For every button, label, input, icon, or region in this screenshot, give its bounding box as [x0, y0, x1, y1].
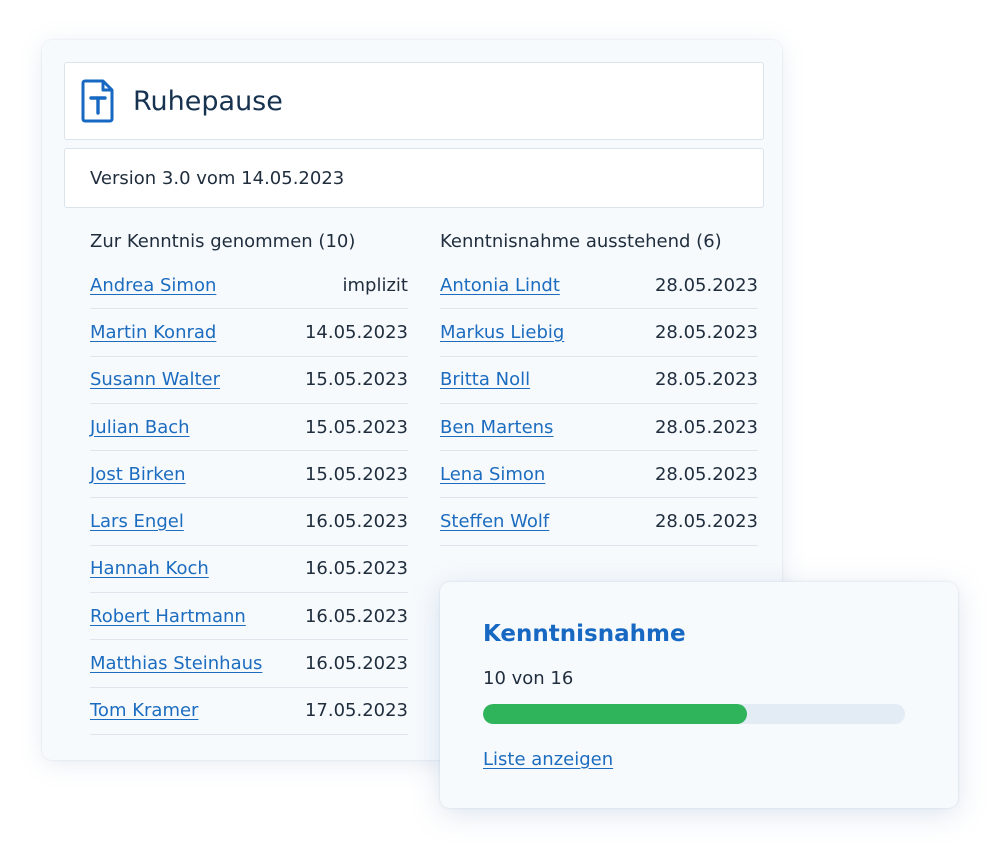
acknowledgement-date: 16.05.2023 [304, 511, 408, 533]
acknowledgement-date: 15.05.2023 [304, 416, 408, 438]
table-row: Martin Konrad 14.05.2023 [90, 309, 408, 357]
acknowledged-list: Zur Kenntnis genommen (10) Andrea Simon i… [90, 230, 408, 735]
table-row: Julian Bach 15.05.2023 [90, 404, 408, 452]
acknowledgement-date: 17.05.2023 [304, 700, 408, 722]
progress-title: Kenntnisnahme [483, 621, 686, 647]
acknowledgement-date: 28.05.2023 [654, 416, 758, 438]
show-list-link[interactable]: Liste anzeigen [483, 749, 613, 770]
acknowledgement-date: 15.05.2023 [304, 369, 408, 391]
table-row: Antonia Lindt 28.05.2023 [440, 262, 758, 310]
acknowledgement-date: 16.05.2023 [304, 653, 408, 675]
person-link[interactable]: Martin Konrad [90, 322, 216, 343]
table-row: Lena Simon 28.05.2023 [440, 451, 758, 499]
table-row: Tom Kramer 17.05.2023 [90, 688, 408, 735]
person-link[interactable]: Andrea Simon [90, 275, 216, 296]
person-link[interactable]: Lars Engel [90, 511, 184, 532]
person-link[interactable]: Robert Hartmann [90, 606, 246, 627]
version-info: Version 3.0 vom 14.05.2023 [64, 148, 764, 208]
table-row: Britta Noll 28.05.2023 [440, 357, 758, 404]
pending-heading: Kenntnisnahme ausstehend (6) [440, 231, 722, 252]
pending-list: Kenntnisnahme ausstehend (6) Antonia Lin… [440, 230, 758, 546]
person-link[interactable]: Julian Bach [90, 417, 190, 438]
progress-count: 10 von 16 [483, 668, 574, 689]
acknowledgement-date: 16.05.2023 [304, 558, 408, 580]
acknowledgement-date: 28.05.2023 [654, 511, 758, 533]
acknowledgement-date: 28.05.2023 [654, 369, 758, 391]
table-row: Ben Martens 28.05.2023 [440, 404, 758, 452]
acknowledgement-date: 16.05.2023 [304, 605, 408, 627]
person-link[interactable]: Susann Walter [90, 369, 220, 390]
person-link[interactable]: Antonia Lindt [440, 275, 560, 296]
acknowledgement-date: 14.05.2023 [304, 321, 408, 343]
person-link[interactable]: Matthias Steinhaus [90, 653, 262, 674]
person-link[interactable]: Britta Noll [440, 369, 530, 390]
acknowledged-heading: Zur Kenntnis genommen (10) [90, 231, 356, 252]
acknowledgement-date: implizit [342, 274, 408, 296]
table-row: Lars Engel 16.05.2023 [90, 498, 408, 546]
table-row: Markus Liebig 28.05.2023 [440, 309, 758, 357]
acknowledgement-date: 28.05.2023 [654, 463, 758, 485]
table-row: Andrea Simon implizit [90, 262, 408, 310]
acknowledged-rows: Andrea Simon implizit Martin Konrad 14.05.2… [90, 262, 408, 735]
acknowledgement-date: 28.05.2023 [654, 321, 758, 343]
acknowledgement-date: 15.05.2023 [304, 463, 408, 485]
progress-card: Kenntnisnahme 10 von 16 Liste anzeigen [440, 582, 958, 808]
progress-bar-fill [483, 704, 747, 724]
person-link[interactable]: Tom Kramer [90, 700, 198, 721]
table-row: Jost Birken 15.05.2023 [90, 451, 408, 499]
person-link[interactable]: Jost Birken [90, 464, 186, 485]
document-header: Ruhepause [64, 62, 764, 140]
table-row: Matthias Steinhaus 16.05.2023 [90, 640, 408, 688]
version-text: Version 3.0 vom 14.05.2023 [90, 167, 345, 189]
progress-bar [483, 704, 905, 724]
pending-rows: Antonia Lindt 28.05.2023 Markus Liebig 28.0… [440, 262, 758, 546]
person-link[interactable]: Ben Martens [440, 417, 553, 438]
table-row: Hannah Koch 16.05.2023 [90, 546, 408, 594]
table-row: Robert Hartmann 16.05.2023 [90, 593, 408, 641]
person-link[interactable]: Steffen Wolf [440, 511, 549, 532]
acknowledgement-date: 28.05.2023 [654, 274, 758, 296]
person-link[interactable]: Lena Simon [440, 464, 545, 485]
document-text-icon [81, 79, 114, 123]
page-title: Ruhepause [133, 85, 283, 117]
person-link[interactable]: Markus Liebig [440, 322, 564, 343]
table-row: Susann Walter 15.05.2023 [90, 357, 408, 404]
table-row: Steffen Wolf 28.05.2023 [440, 498, 758, 546]
person-link[interactable]: Hannah Koch [90, 558, 209, 579]
